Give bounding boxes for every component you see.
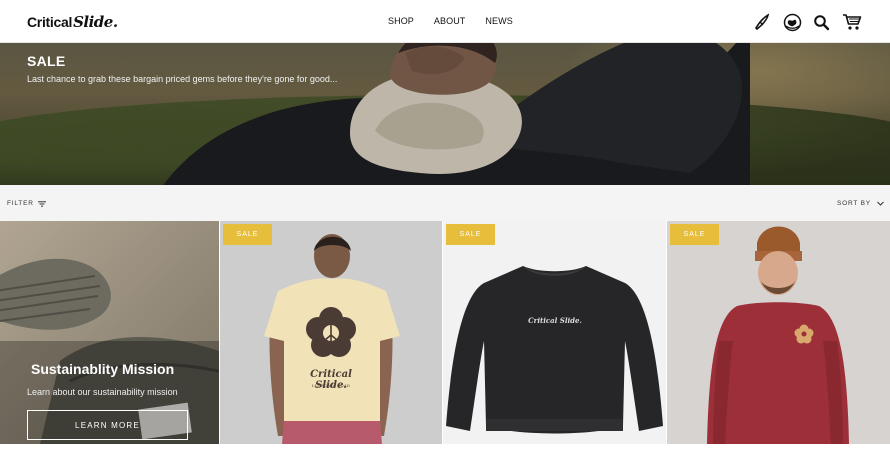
site-header: Critical Slide. SHOP ABOUT NEWS bbox=[0, 0, 890, 43]
sustainability-promo-tile[interactable]: Sustainablity Mission Learn about our su… bbox=[0, 221, 219, 444]
product-print: Critical Slide. bbox=[528, 316, 582, 325]
filter-button[interactable]: FILTER bbox=[7, 200, 46, 207]
filter-bar: FILTER SORT BY bbox=[0, 185, 890, 221]
product-card[interactable]: Critical Slide. 141 BONDI ROAD SALE bbox=[220, 221, 442, 444]
nav-news[interactable]: NEWS bbox=[485, 16, 512, 26]
sort-dropdown[interactable]: SORT BY bbox=[837, 200, 884, 207]
nav-about[interactable]: ABOUT bbox=[434, 16, 466, 26]
hero-title: SALE bbox=[27, 53, 66, 69]
sale-badge: SALE bbox=[446, 224, 495, 245]
product-image-tee bbox=[220, 221, 442, 444]
learn-more-button[interactable]: LEARN MORE bbox=[27, 410, 188, 440]
globe-icon[interactable] bbox=[782, 12, 802, 32]
chevron-down-icon bbox=[877, 201, 884, 206]
surfboard-icon[interactable] bbox=[752, 12, 772, 32]
search-icon[interactable] bbox=[811, 12, 831, 32]
cart-icon[interactable] bbox=[841, 12, 863, 32]
filter-icon bbox=[37, 200, 46, 207]
logo-text-slide: Slide. bbox=[73, 13, 118, 31]
nav-shop[interactable]: SHOP bbox=[388, 16, 414, 26]
promo-title: Sustainablity Mission bbox=[31, 361, 175, 377]
hero-banner: SALE Last chance to grab these bargain p… bbox=[0, 43, 890, 185]
product-image-crewneck bbox=[667, 221, 890, 444]
product-image-sweatshirt bbox=[443, 221, 666, 444]
site-logo[interactable]: Critical Slide. bbox=[27, 13, 118, 31]
main-nav: SHOP ABOUT NEWS bbox=[388, 16, 513, 26]
hero-overlay bbox=[0, 43, 890, 185]
product-grid: Sustainablity Mission Learn about our su… bbox=[0, 221, 890, 450]
logo-text-critical: Critical bbox=[27, 14, 73, 30]
header-icons bbox=[752, 12, 864, 32]
hero-subtitle: Last chance to grab these bargain priced… bbox=[27, 74, 338, 84]
sale-badge: SALE bbox=[223, 224, 272, 245]
product-card[interactable]: Critical Slide. SALE bbox=[443, 221, 666, 444]
sale-badge: SALE bbox=[670, 224, 719, 245]
product-print-sub: 141 BONDI ROAD bbox=[311, 383, 351, 388]
promo-subtitle: Learn about our sustainability mission bbox=[27, 387, 178, 397]
filter-label: FILTER bbox=[7, 200, 34, 207]
sort-label: SORT BY bbox=[837, 200, 871, 207]
product-card[interactable]: SALE bbox=[667, 221, 890, 444]
